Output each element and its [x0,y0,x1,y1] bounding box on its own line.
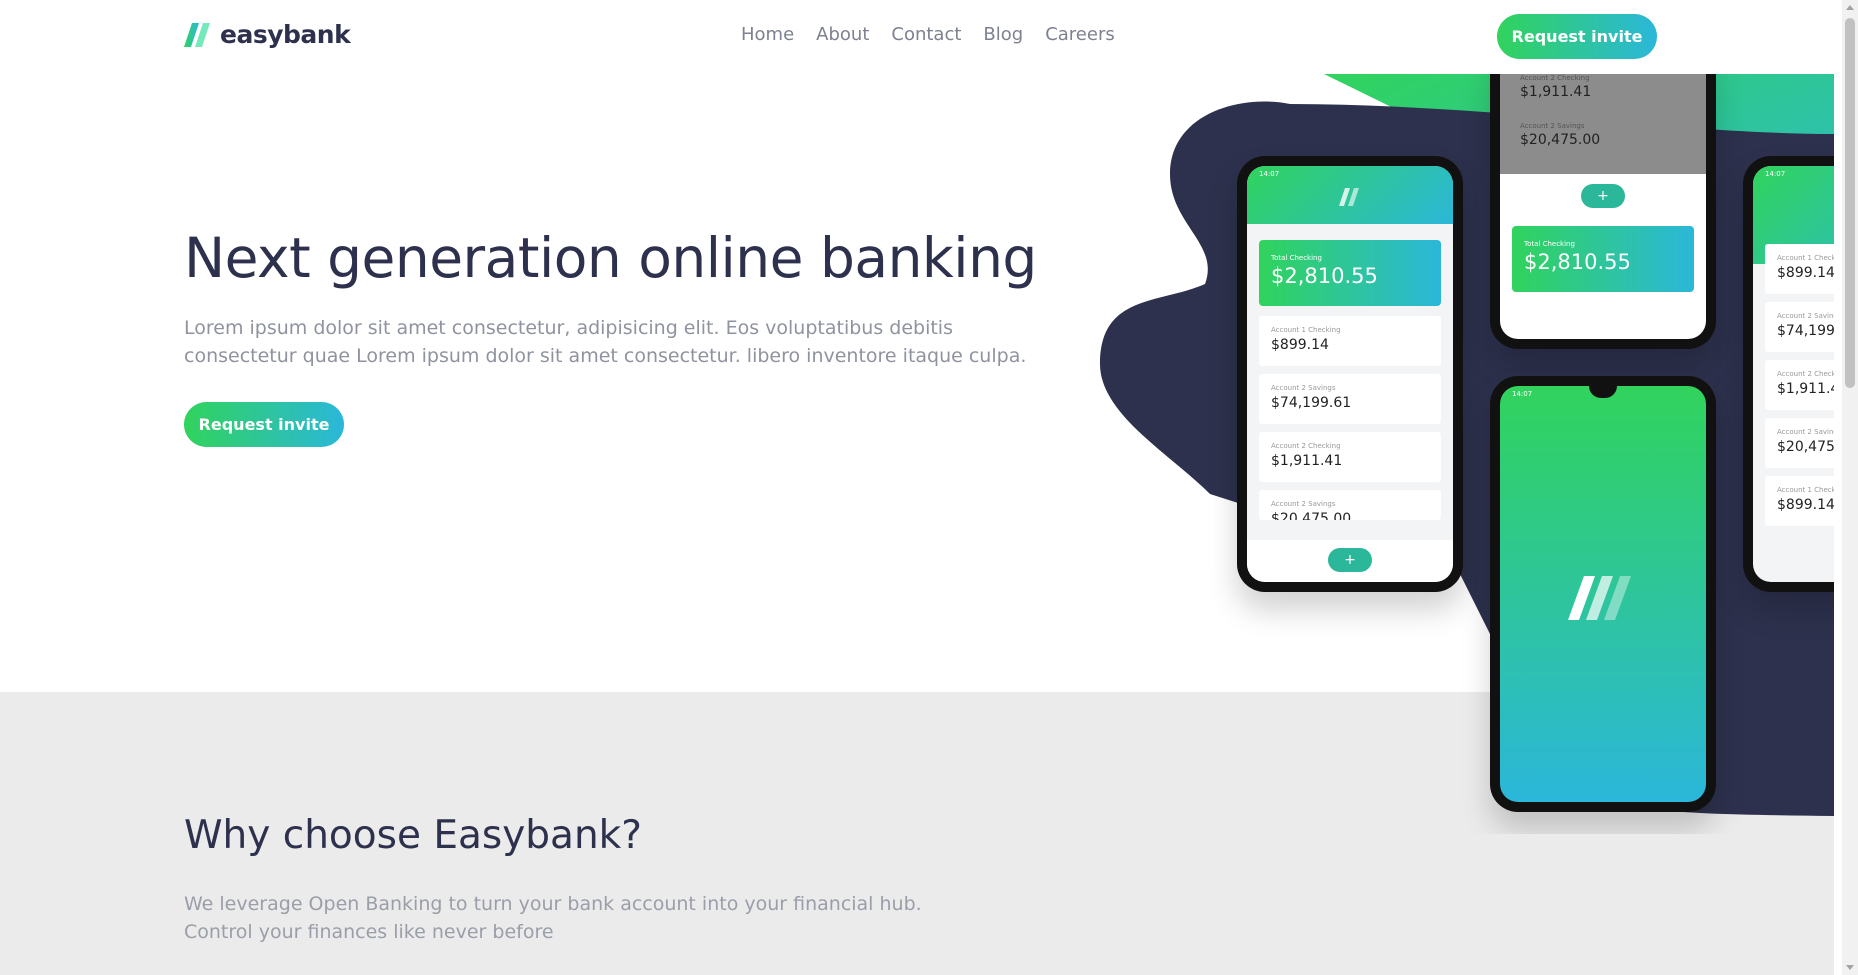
why-line-2: Control your finances like never before [184,921,554,943]
phone-mockup-3: 14:07 [1490,376,1716,812]
main-nav: Home About Contact Blog Careers [741,24,1115,45]
hero-description: Lorem ipsum dolor sit amet consectetur, … [184,317,1027,367]
account-row: Account 1 Checking $899.14 [1259,316,1441,366]
nav-careers[interactable]: Careers [1045,24,1115,45]
why-description: We leverage Open Banking to turn your ba… [184,890,944,946]
account-row: Account 2 Checking $1,911.41 [1259,432,1441,482]
phone-mockup-2: Account 2 Checking $1,911.41 Account 2 Sa… [1490,74,1716,349]
why-line-1: We leverage Open Banking to turn your ba… [184,893,922,915]
nav-contact[interactable]: Contact [891,24,961,45]
phone-mockup-4: 14:07 Account 1 Checking$899.14 Account … [1743,156,1834,592]
account-row: Account 2 Savings $74,199.61 [1259,374,1441,424]
hero-title: Next generation online banking [184,226,1037,290]
account-row: Account 2 Savings $20,475.00 [1259,490,1441,520]
logo-icon [184,22,214,47]
hero-illustration: 14:07 Total Checking $2,810.55 Account 1… [1080,74,1834,834]
scroll-down-icon[interactable] [1846,965,1854,970]
total-checking-card: Total Checking $2,810.55 [1259,240,1441,306]
add-icon: + [1581,184,1625,208]
add-icon: + [1328,548,1372,572]
hero-request-invite-button[interactable]: Request invite [184,402,344,447]
total-checking-card: Total Checking $2,810.55 [1512,226,1694,292]
splash-logo-icon [1568,576,1631,620]
page-scrollbar[interactable] [1842,0,1858,975]
nav-blog[interactable]: Blog [983,24,1023,45]
phone-mockup-1: 14:07 Total Checking $2,810.55 Account 1… [1237,156,1463,592]
scroll-thumb[interactable] [1845,18,1855,388]
brand-name: easybank [220,20,351,49]
scroll-up-icon[interactable] [1846,5,1854,10]
why-title: Why choose Easybank? [184,813,642,858]
header-request-invite-button[interactable]: Request invite [1497,14,1657,59]
site-header: easybank Home About Contact Blog Careers… [0,0,1834,74]
nav-home[interactable]: Home [741,24,794,45]
nav-about[interactable]: About [816,24,869,45]
app-logo-icon [1339,188,1359,206]
logo[interactable]: easybank [184,20,351,49]
